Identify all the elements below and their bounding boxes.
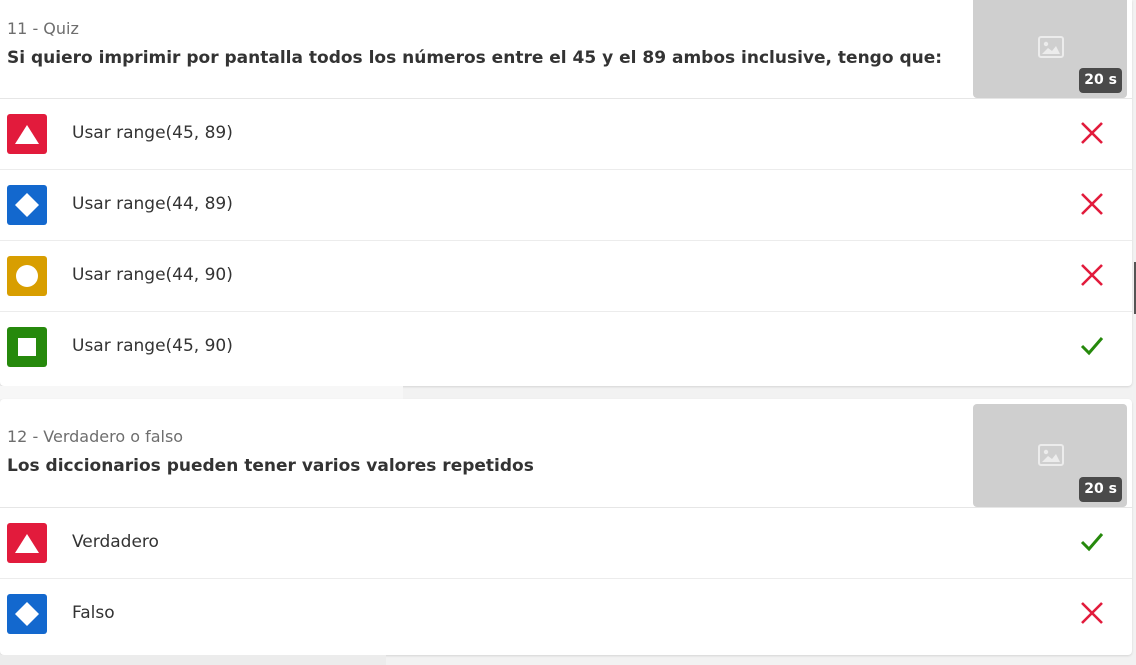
square-icon: [18, 338, 36, 356]
answer-row: Usar range(44, 90): [0, 241, 1132, 312]
answer-shape-diamond: [7, 185, 47, 225]
question-card-12[interactable]: 12 - Verdadero o falso Los diccionarios …: [0, 399, 1132, 655]
answer-shape-square: [7, 327, 47, 367]
circle-icon: [16, 265, 38, 287]
time-limit-badge: 20 s: [1079, 68, 1122, 93]
cross-icon: [1081, 122, 1103, 144]
cross-icon: [1081, 602, 1103, 624]
time-limit-badge: 20 s: [1079, 477, 1122, 502]
question-thumbnail[interactable]: 20 s: [973, 404, 1127, 507]
image-placeholder-icon: [1038, 444, 1064, 466]
cross-icon: [1081, 264, 1103, 286]
diamond-icon: [15, 193, 39, 217]
answer-row: Usar range(44, 89): [0, 170, 1132, 241]
answer-shape-circle: [7, 256, 47, 296]
answer-row: Usar range(45, 89): [0, 99, 1132, 170]
question-meta: 12 - Verdadero o falso: [7, 427, 184, 446]
diamond-icon: [15, 602, 39, 626]
answer-shape-triangle: [7, 114, 47, 154]
question-card-11[interactable]: 11 - Quiz Si quiero imprimir por pantall…: [0, 0, 1132, 386]
question-header: 12 - Verdadero o falso Los diccionarios …: [0, 399, 1132, 508]
card-separator: [0, 386, 403, 399]
check-icon: [1080, 533, 1104, 552]
cross-icon: [1081, 193, 1103, 215]
answer-text: Usar range(45, 90): [72, 336, 233, 356]
question-thumbnail[interactable]: 20 s: [973, 0, 1127, 98]
triangle-icon: [15, 534, 39, 553]
image-placeholder-icon: [1038, 36, 1064, 58]
card-separator: [0, 655, 386, 665]
answer-row: Usar range(45, 90): [0, 312, 1132, 382]
answer-row: Verdadero: [0, 508, 1132, 579]
answer-text: Usar range(45, 89): [72, 123, 233, 143]
question-header: 11 - Quiz Si quiero imprimir por pantall…: [0, 0, 1132, 99]
question-title: Los diccionarios pueden tener varios val…: [7, 456, 534, 476]
question-meta: 11 - Quiz: [7, 19, 79, 38]
check-icon: [1080, 337, 1104, 356]
answer-shape-triangle: [7, 523, 47, 563]
question-title: Si quiero imprimir por pantalla todos lo…: [7, 48, 943, 68]
answer-shape-diamond: [7, 594, 47, 634]
answer-text: Falso: [72, 603, 115, 623]
answer-text: Usar range(44, 89): [72, 194, 233, 214]
triangle-icon: [15, 125, 39, 144]
answer-text: Usar range(44, 90): [72, 265, 233, 285]
answer-row: Falso: [0, 579, 1132, 649]
answer-text: Verdadero: [72, 532, 159, 552]
